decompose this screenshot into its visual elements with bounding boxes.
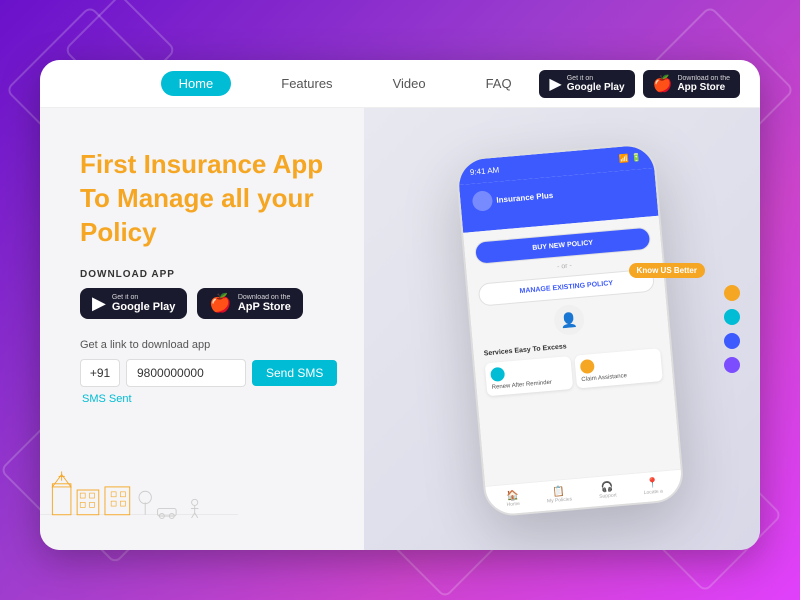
phone-nav-locate[interactable]: 📍 Locate a [643,477,664,496]
main-card: Home Features Video FAQ Download ▶ Get i… [40,60,760,550]
phone-time: 9:41 AM [470,165,500,177]
headline-line2: To Manage all your Policy [80,182,370,250]
phone-nav-home[interactable]: 🏠 Home [505,490,520,508]
apple-icon: 🍎 [653,74,673,94]
app-store-dl-main: ApP Store [238,301,291,313]
nav-video[interactable]: Video [383,71,436,96]
phone-card-claim-label: Claim Assistance [581,370,657,383]
google-play-top-text: Get it on [567,75,625,82]
google-play-dl-main: Google Play [112,301,176,313]
phone-card-claim-icon [580,359,595,374]
phone-card-claim: Claim Assistance [574,348,663,388]
apple-dl-icon: 🍎 [209,293,231,314]
dot-1 [724,285,740,301]
phone-avatar: 👤 [553,304,586,337]
sms-section-label: Get a link to download app [80,339,370,351]
nav-store-buttons: ▶ Get it on Google Play 🍎 Download on th… [539,70,740,98]
phone-logo-circle [472,190,494,212]
google-play-dl-icon: ▶ [92,293,106,314]
phone-cards-row: Renew After Reminder Claim Assistance [485,348,663,396]
floating-dots [724,285,740,373]
phone-logo-area: Insurance Plus [472,177,645,212]
know-us-tag[interactable]: Know US Better [629,263,705,278]
phone-nav-support-label: Support [599,492,617,500]
hero-headline: First Insurance App To Manage all your P… [80,148,370,249]
google-play-dl-button[interactable]: ▶ Get it on Google Play [80,288,187,319]
headline-line1: First Insurance App [80,148,370,182]
send-sms-button[interactable]: Send SMS [252,360,337,386]
phone-mockup: 9:41 AM 📶 🔋 Insurance Plus BUY NEW POLIC… [455,142,686,518]
phone-nav-home-label: Home [506,501,520,508]
phone-app-name: Insurance Plus [496,190,553,204]
phone-input[interactable] [126,359,246,387]
sms-sent-status: SMS Sent [80,393,370,405]
left-content: First Insurance App To Manage all your P… [40,108,400,550]
phone-card-renew-icon [490,367,505,382]
google-play-main-text: Google Play [567,82,625,93]
nav-faq[interactable]: FAQ [476,71,522,96]
nav-app-store-button[interactable]: 🍎 Download on the App Store [643,70,740,98]
app-store-dl-top: Download on the [238,294,291,301]
app-buttons: ▶ Get it on Google Play 🍎 Download on th… [80,288,370,319]
app-store-top-text: Download on the [677,75,730,82]
phone-card-renew-label: Renew After Reminder [492,378,568,391]
app-store-dl-button[interactable]: 🍎 Download on the ApP Store [197,288,302,319]
phone-nav-policies[interactable]: 📋 My Policies [546,485,573,504]
nav-google-play-button[interactable]: ▶ Get it on Google Play [539,70,634,98]
phone-nav-policies-label: My Policies [547,496,573,504]
download-label: DOWNLOAD APP [80,269,370,280]
phone-status-icons: 📶 🔋 [619,153,642,164]
phone-nav-support[interactable]: 🎧 Support [598,481,617,499]
nav-features[interactable]: Features [271,71,342,96]
phone-content: BUY NEW POLICY - or - MANAGE EXISTING PO… [463,216,682,508]
dot-2 [724,309,740,325]
dot-4 [724,357,740,373]
dot-3 [724,333,740,349]
app-store-main-text: App Store [677,82,730,93]
country-code: +91 [80,359,120,387]
phone-nav-bar: 🏠 Home 📋 My Policies 🎧 Support 📍 [485,469,682,508]
phone-nav-locate-label: Locate a [643,488,663,496]
city-illustration [40,430,238,550]
google-play-dl-top: Get it on [112,294,176,301]
phone-card-renew: Renew After Reminder [485,356,574,396]
content-area: First Insurance App To Manage all your P… [40,108,760,550]
google-play-icon: ▶ [549,74,561,94]
navbar: Home Features Video FAQ Download ▶ Get i… [40,60,760,108]
right-content: Know US Better 9:41 AM 📶 🔋 [400,108,760,550]
nav-home[interactable]: Home [161,71,232,96]
sms-row: +91 Send SMS [80,359,370,387]
